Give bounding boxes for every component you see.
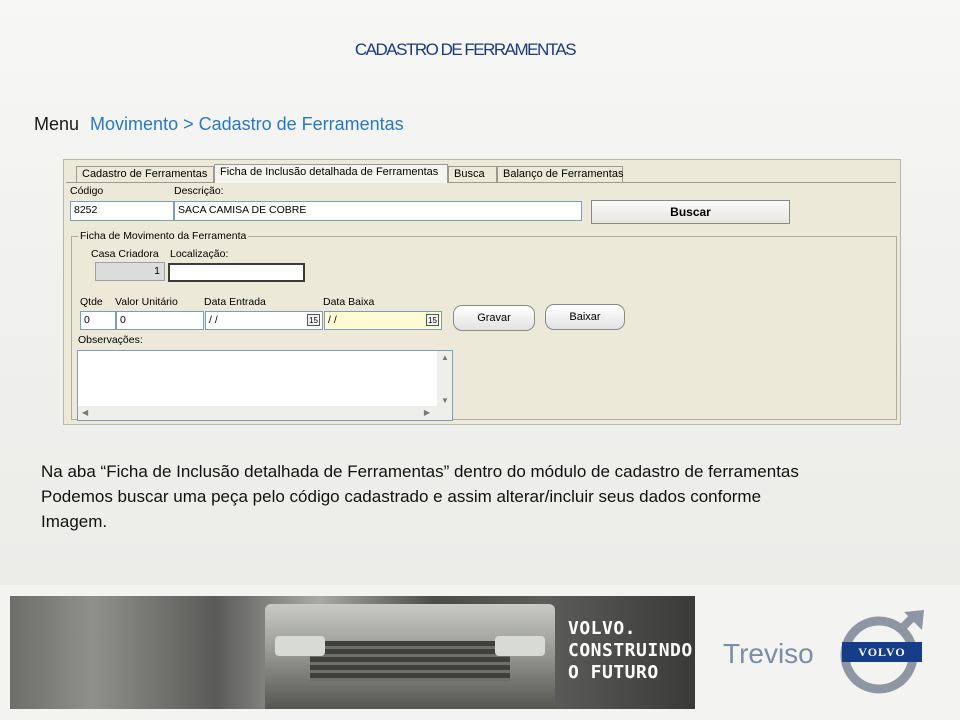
data-baixa-input[interactable]: / / 15 [324, 311, 442, 330]
qtde-label: Qtde [80, 296, 103, 308]
data-entrada-label: Data Entrada [204, 296, 266, 308]
data-baixa-calendar-icon[interactable]: 15 [426, 314, 439, 326]
baixar-button[interactable]: Baixar [545, 304, 625, 330]
scroll-left-icon[interactable]: ◀ [82, 408, 88, 417]
codigo-input[interactable]: 8252 [70, 201, 174, 221]
data-entrada-value: / / [209, 314, 218, 326]
tab-busca[interactable]: Busca [448, 166, 497, 182]
caption-line-1: Na aba “Ficha de Inclusão detalhada de F… [41, 462, 799, 481]
data-entrada-input[interactable]: / / 15 [205, 311, 323, 330]
data-baixa-value: / / [328, 314, 337, 326]
data-entrada-calendar-icon[interactable]: 15 [307, 314, 320, 326]
footer-slogan: VOLVO. CONSTRUINDO O FUTURO [568, 618, 693, 684]
app-window: Cadastro de Ferramentas Ficha de Inclusã… [63, 159, 901, 425]
truck-lamp-left [275, 636, 325, 656]
dealer-name: Treviso [723, 638, 814, 669]
page-title: CADASTRO DE FERRAMENTAS [354, 40, 577, 59]
slogan-line-2: CONSTRUINDO [568, 640, 693, 661]
scroll-right-icon[interactable]: ▶ [424, 408, 430, 417]
qtde-input[interactable]: 0 [80, 311, 116, 330]
footer-truck-banner: VOLVO. CONSTRUINDO O FUTURO [10, 596, 695, 709]
observacoes-textarea[interactable]: ▲ ▼ ◀ ▶ [77, 350, 453, 421]
localizacao-label: Localização: [170, 248, 229, 260]
codigo-label: Código [70, 185, 104, 197]
ficha-movimento-group: Ficha de Movimento da Ferramenta Casa Cr… [71, 230, 897, 421]
valor-unitario-label: Valor Unitário [115, 296, 178, 308]
ficha-movimento-legend: Ficha de Movimento da Ferramenta [78, 230, 249, 242]
tab-ficha-inclusao[interactable]: Ficha de Inclusão detalhada de Ferrament… [214, 164, 448, 183]
scroll-up-icon[interactable]: ▲ [441, 353, 449, 362]
menu-prefix: Menu [34, 114, 80, 134]
observacoes-vertical-scrollbar[interactable]: ▲ ▼ [437, 351, 452, 407]
observacoes-label: Observações: [78, 334, 143, 346]
caption-line-3: Imagem. [41, 512, 108, 531]
tab-balanco-ferramentas[interactable]: Balanço de Ferramentas [497, 166, 623, 182]
scroll-down-icon[interactable]: ▼ [441, 396, 449, 405]
menu-path: Movimento > Cadastro de Ferramentas [90, 114, 404, 134]
casa-criadora-field: 1 [95, 262, 165, 281]
menu-breadcrumb: Menu Movimento > Cadastro de Ferramentas [34, 114, 404, 135]
tab-cadastro-ferramentas[interactable]: Cadastro de Ferramentas [76, 166, 214, 182]
truck-grille [310, 641, 510, 681]
gravar-button[interactable]: Gravar [453, 305, 535, 331]
slogan-line-1: VOLVO. [568, 618, 637, 639]
localizacao-input[interactable] [168, 263, 305, 282]
buscar-button[interactable]: Buscar [591, 200, 790, 224]
valor-unitario-input[interactable]: 0 [116, 311, 204, 330]
data-baixa-label: Data Baixa [323, 296, 375, 308]
casa-criadora-label: Casa Criadora [91, 248, 159, 260]
observacoes-horizontal-scrollbar[interactable]: ◀ ▶ [78, 406, 452, 420]
volvo-logo-text: VOLVO [842, 642, 922, 662]
slogan-line-3: O FUTURO [568, 662, 659, 683]
slide-caption: Na aba “Ficha de Inclusão detalhada de F… [41, 459, 941, 534]
descricao-input[interactable]: SACA CAMISA DE COBRE [174, 201, 582, 221]
truck-lamp-right [495, 636, 545, 656]
tab-panel: Código Descrição: 8252 SACA CAMISA DE CO… [66, 182, 897, 423]
descricao-label: Descrição: [174, 185, 224, 197]
caption-line-2: Podemos buscar uma peça pelo código cada… [41, 487, 762, 506]
